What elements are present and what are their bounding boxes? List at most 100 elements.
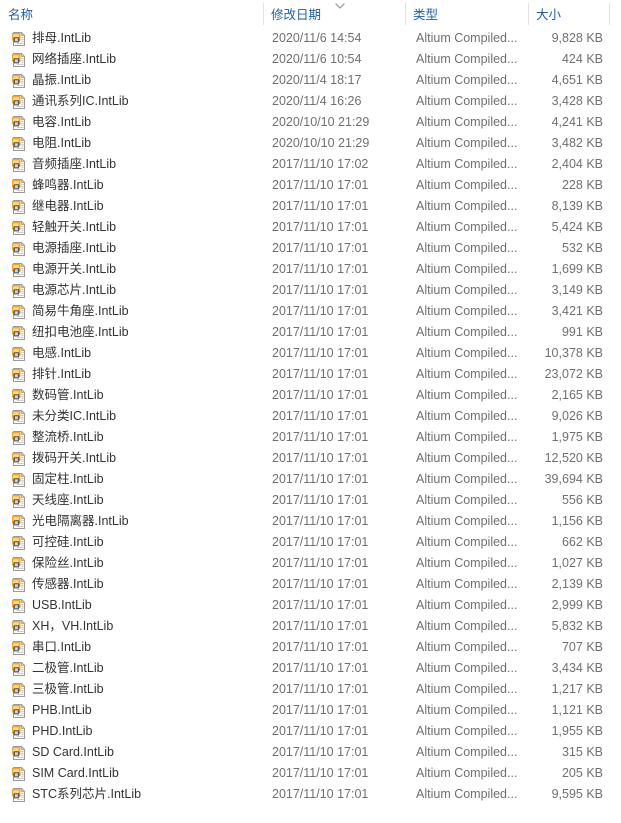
file-type-cell: Altium Compiled...: [416, 472, 518, 486]
table-row[interactable]: 电容.IntLib 2020/10/10 21:29 Altium Compiled…: [0, 112, 621, 133]
altium-intlib-file-icon: [11, 115, 27, 131]
file-type-cell: Altium Compiled...: [416, 388, 518, 402]
column-header-type[interactable]: 类型: [405, 0, 528, 28]
table-row[interactable]: 电阻.IntLib 2020/10/10 21:29 Altium Compiled…: [0, 133, 621, 154]
table-row[interactable]: 排针.IntLib 2017/11/10 17:01 Altium Compiled…: [0, 364, 621, 385]
file-name-cell: 晶振.IntLib: [32, 73, 92, 87]
table-row[interactable]: 电源插座.IntLib 2017/11/10 17:01 Altium Compil…: [0, 238, 621, 259]
modified-date-cell: 2017/11/10 17:01: [272, 409, 369, 423]
table-row[interactable]: 音频插座.IntLib 2017/11/10 17:02 Altium Compil…: [0, 154, 621, 175]
table-row[interactable]: 网络插座.IntLib 2020/11/6 10:54 Altium Compile…: [0, 49, 621, 70]
file-size-cell: 662 KB: [561, 535, 603, 549]
table-row[interactable]: 光电隔离器.IntLib 2017/11/10 17:01 Altium Compi…: [0, 511, 621, 532]
table-row[interactable]: 二极管.IntLib 2017/11/10 17:01 Altium Compile…: [0, 658, 621, 679]
column-divider-3[interactable]: [609, 3, 610, 25]
file-name-cell: 轻触开关.IntLib: [32, 220, 117, 234]
file-name-cell: 拨码开关.IntLib: [32, 451, 117, 465]
column-header-size[interactable]: 大小: [528, 0, 609, 28]
file-name-cell: 数码管.IntLib: [32, 388, 104, 402]
file-type-cell: Altium Compiled...: [416, 598, 518, 612]
altium-intlib-file-icon: [11, 304, 27, 320]
table-row[interactable]: 串口.IntLib 2017/11/10 17:01 Altium Compiled…: [0, 637, 621, 658]
table-row[interactable]: XH，VH.IntLib 2017/11/10 17:01 Altium Compi…: [0, 616, 621, 637]
file-size-cell: 1,955 KB: [551, 724, 603, 738]
table-row[interactable]: 整流桥.IntLib 2017/11/10 17:01 Altium Compile…: [0, 427, 621, 448]
modified-date-cell: 2017/11/10 17:01: [272, 220, 369, 234]
file-type-cell: Altium Compiled...: [416, 745, 518, 759]
table-row[interactable]: 蜂鸣器.IntLib 2017/11/10 17:01 Altium Compile…: [0, 175, 621, 196]
file-type-cell: Altium Compiled...: [416, 283, 518, 297]
file-size-cell: 4,241 KB: [551, 115, 603, 129]
file-type-cell: Altium Compiled...: [416, 766, 518, 780]
table-row[interactable]: 排母.IntLib 2020/11/6 14:54 Altium Compiled.…: [0, 28, 621, 49]
altium-intlib-file-icon: [11, 619, 27, 635]
table-row[interactable]: PHD.IntLib 2017/11/10 17:01 Altium Compile…: [0, 721, 621, 742]
table-row[interactable]: 未分类IC.IntLib 2017/11/10 17:01 Altium Compi…: [0, 406, 621, 427]
table-row[interactable]: USB.IntLib 2017/11/10 17:01 Altium Compile…: [0, 595, 621, 616]
file-name-cell: SIM Card.IntLib: [32, 766, 119, 780]
table-row[interactable]: PHB.IntLib 2017/11/10 17:01 Altium Compile…: [0, 700, 621, 721]
modified-date-cell: 2017/11/10 17:01: [272, 724, 369, 738]
file-size-cell: 4,651 KB: [551, 73, 603, 87]
altium-intlib-file-icon: [11, 535, 27, 551]
file-type-cell: Altium Compiled...: [416, 73, 518, 87]
altium-intlib-file-icon: [11, 73, 27, 89]
file-name-cell: 通讯系列IC.IntLib: [32, 94, 129, 108]
table-row[interactable]: 简易牛角座.IntLib 2017/11/10 17:01 Altium Compi…: [0, 301, 621, 322]
table-row[interactable]: 电源开关.IntLib 2017/11/10 17:01 Altium Compil…: [0, 259, 621, 280]
table-row[interactable]: SIM Card.IntLib 2017/11/10 17:01 Altium Co…: [0, 763, 621, 784]
file-size-cell: 9,828 KB: [551, 31, 603, 45]
table-row[interactable]: 拨码开关.IntLib 2017/11/10 17:01 Altium Compil…: [0, 448, 621, 469]
table-row[interactable]: 晶振.IntLib 2020/11/4 18:17 Altium Compiled.…: [0, 70, 621, 91]
file-name-cell: 整流桥.IntLib: [32, 430, 104, 444]
modified-date-cell: 2017/11/10 17:01: [272, 682, 369, 696]
table-row[interactable]: 传感器.IntLib 2017/11/10 17:01 Altium Compile…: [0, 574, 621, 595]
altium-intlib-file-icon: [11, 31, 27, 47]
table-row[interactable]: 轻触开关.IntLib 2017/11/10 17:01 Altium Compil…: [0, 217, 621, 238]
altium-intlib-file-icon: [11, 94, 27, 110]
file-name-cell: 电容.IntLib: [32, 115, 92, 129]
modified-date-cell: 2020/10/10 21:29: [272, 115, 370, 129]
file-type-cell: Altium Compiled...: [416, 325, 518, 339]
modified-date-cell: 2017/11/10 17:01: [272, 430, 369, 444]
table-row[interactable]: 电感.IntLib 2017/11/10 17:01 Altium Compiled…: [0, 343, 621, 364]
table-row[interactable]: 继电器.IntLib 2017/11/10 17:01 Altium Compile…: [0, 196, 621, 217]
table-row[interactable]: STC系列芯片.IntLib 2017/11/10 17:01 Altium Com…: [0, 784, 621, 805]
table-row[interactable]: 纽扣电池座.IntLib 2017/11/10 17:01 Altium Compi…: [0, 322, 621, 343]
file-size-cell: 556 KB: [561, 493, 603, 507]
table-row[interactable]: 数码管.IntLib 2017/11/10 17:01 Altium Compile…: [0, 385, 621, 406]
altium-intlib-file-icon: [11, 451, 27, 467]
table-row[interactable]: 天线座.IntLib 2017/11/10 17:01 Altium Compile…: [0, 490, 621, 511]
column-header-date[interactable]: 修改日期: [263, 0, 405, 28]
modified-date-cell: 2020/11/6 10:54: [272, 52, 362, 66]
modified-date-cell: 2017/11/10 17:01: [272, 598, 369, 612]
table-row[interactable]: 三极管.IntLib 2017/11/10 17:01 Altium Compile…: [0, 679, 621, 700]
file-size-cell: 5,424 KB: [551, 220, 603, 234]
table-row[interactable]: 可控硅.IntLib 2017/11/10 17:01 Altium Compile…: [0, 532, 621, 553]
file-size-cell: 3,482 KB: [551, 136, 603, 150]
altium-intlib-file-icon: [11, 493, 27, 509]
table-row[interactable]: 保险丝.IntLib 2017/11/10 17:01 Altium Compile…: [0, 553, 621, 574]
file-size-cell: 23,072 KB: [544, 367, 603, 381]
file-name-cell: PHB.IntLib: [32, 703, 92, 717]
table-row[interactable]: 固定柱.IntLib 2017/11/10 17:01 Altium Compile…: [0, 469, 621, 490]
file-name-cell: 天线座.IntLib: [32, 493, 104, 507]
file-size-cell: 1,699 KB: [551, 262, 603, 276]
file-type-cell: Altium Compiled...: [416, 241, 518, 255]
modified-date-cell: 2017/11/10 17:01: [272, 472, 369, 486]
table-row[interactable]: SD Card.IntLib 2017/11/10 17:01 Altium Com…: [0, 742, 621, 763]
altium-intlib-file-icon: [11, 388, 27, 404]
altium-intlib-file-icon: [11, 430, 27, 446]
altium-intlib-file-icon: [11, 577, 27, 593]
altium-intlib-file-icon: [11, 346, 27, 362]
file-type-cell: Altium Compiled...: [416, 304, 518, 318]
altium-intlib-file-icon: [11, 598, 27, 614]
modified-date-cell: 2017/11/10 17:01: [272, 535, 369, 549]
column-header-name[interactable]: 名称: [0, 0, 263, 28]
table-row[interactable]: 通讯系列IC.IntLib 2020/11/4 16:26 Altium Compi…: [0, 91, 621, 112]
altium-intlib-file-icon: [11, 787, 27, 803]
modified-date-cell: 2017/11/10 17:01: [272, 787, 369, 801]
table-row[interactable]: 电源芯片.IntLib 2017/11/10 17:01 Altium Compil…: [0, 280, 621, 301]
file-name-cell: 保险丝.IntLib: [32, 556, 104, 570]
file-type-cell: Altium Compiled...: [416, 661, 518, 675]
